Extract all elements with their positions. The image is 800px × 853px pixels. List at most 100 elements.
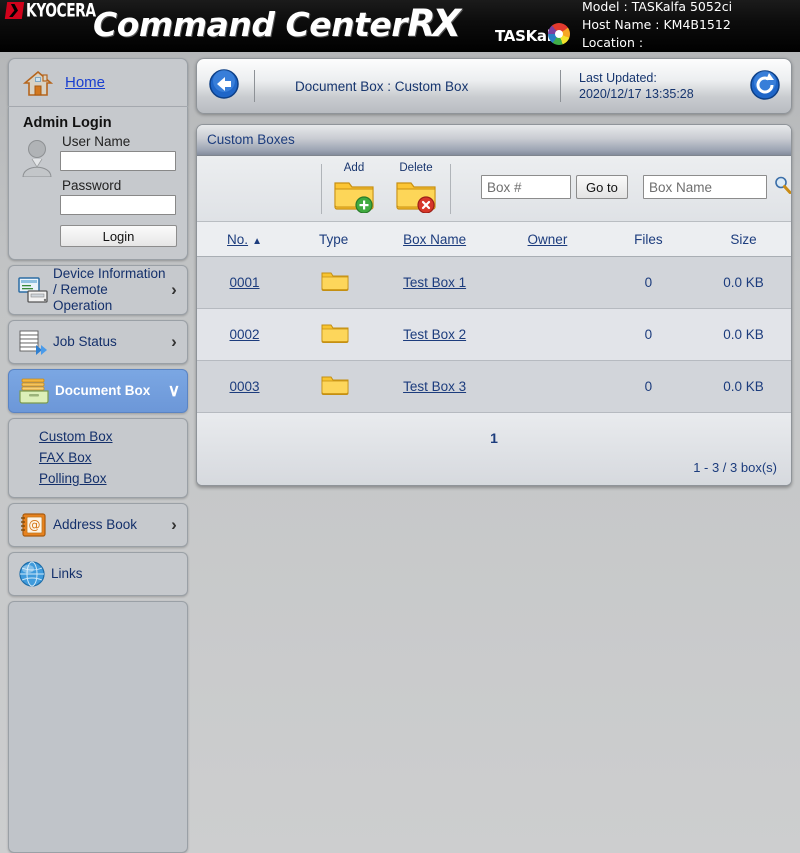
admin-login-panel: Admin Login User Name Password Login (8, 107, 188, 260)
box-number-input[interactable] (481, 175, 571, 199)
cell-files: 0 (600, 360, 696, 413)
column-header-no[interactable]: No. ▲ (197, 222, 293, 257)
sidebar-item-label: Device Information / Remote Operation (53, 266, 166, 313)
box-number-link[interactable]: 0001 (229, 275, 259, 290)
column-header-box-name[interactable]: Box Name (375, 222, 494, 257)
box-name-link[interactable]: Test Box 2 (403, 327, 466, 342)
custom-boxes-table: No. ▲ Type Box Name Owner Files Size 0001 (197, 222, 791, 413)
search-magnifier-icon[interactable] (774, 176, 791, 199)
box-number-search-group: Go to (481, 175, 628, 199)
cell-no[interactable]: 0001 (197, 256, 293, 309)
sidebar-item-job-status[interactable]: Job Status › (8, 320, 188, 364)
delete-box-button[interactable]: Delete (385, 162, 447, 218)
folder-icon (321, 270, 349, 291)
cell-files: 0 (600, 256, 696, 309)
sidebar-item-fax-box[interactable]: FAX Box (9, 447, 187, 468)
sidebar-item-label: Document Box (55, 383, 151, 398)
column-header-files: Files (600, 222, 696, 257)
kyocera-mark-icon (4, 1, 25, 19)
page-number[interactable]: 1 (197, 430, 791, 446)
folder-delete-icon (396, 182, 436, 214)
goto-button[interactable]: Go to (576, 175, 628, 199)
cell-box-name[interactable]: Test Box 3 (375, 360, 494, 413)
cell-files: 0 (600, 308, 696, 361)
cell-no[interactable]: 0002 (197, 308, 293, 361)
cell-box-name[interactable]: Test Box 2 (375, 308, 494, 361)
sidebar-item-links[interactable]: Links (8, 552, 188, 596)
kyocera-logo: KYOCERA (4, 0, 102, 21)
column-header-owner-link[interactable]: Owner (528, 232, 568, 247)
box-name-input[interactable] (643, 175, 767, 199)
cell-size: 0.0 KB (695, 256, 791, 309)
breadcrumb: Document Box : Custom Box (295, 78, 469, 94)
add-box-button[interactable]: Add (323, 162, 385, 218)
document-box-submenu: Custom Box FAX Box Polling Box (8, 418, 188, 498)
table-header-row: No. ▲ Type Box Name Owner Files Size (197, 222, 791, 257)
username-input[interactable] (60, 151, 176, 171)
sidebar-item-device-information[interactable]: Device Information / Remote Operation › (8, 265, 188, 315)
table-row[interactable]: 0001 Test Box 1 0 0.0 KB (197, 256, 791, 309)
column-header-owner[interactable]: Owner (493, 222, 601, 257)
taskalfa-pinwheel-icon (548, 23, 570, 45)
chevron-right-icon: › (171, 515, 177, 534)
column-header-size: Size (695, 222, 791, 257)
refresh-icon[interactable] (749, 69, 781, 106)
panel-title: Custom Boxes (197, 125, 791, 156)
username-label: User Name (62, 134, 131, 149)
sort-ascending-icon: ▲ (252, 235, 262, 247)
login-button[interactable]: Login (60, 225, 177, 247)
content-header-bar: Document Box : Custom Box Last Updated: … (196, 58, 792, 114)
cell-owner (493, 308, 601, 361)
column-header-box-name-link[interactable]: Box Name (403, 232, 466, 247)
hostname-label: Host Name : KM4B1512 (582, 17, 731, 32)
address-book-icon: @ (17, 511, 49, 539)
password-input[interactable] (60, 195, 176, 215)
links-icon (17, 559, 47, 589)
sidebar-item-polling-box[interactable]: Polling Box (9, 468, 187, 489)
column-header-type-label: Type (318, 231, 349, 247)
cell-no[interactable]: 0003 (197, 360, 293, 413)
toolbar: Add Delete Box # Go to Box Name (197, 156, 791, 222)
sidebar-item-label: Address Book (53, 517, 138, 532)
main-content: Document Box : Custom Box Last Updated: … (196, 58, 792, 486)
toolbar-divider-2 (450, 164, 451, 214)
svg-text:@: @ (29, 518, 41, 532)
sidebar-item-home[interactable]: Home (9, 59, 187, 106)
column-header-files-label: Files (634, 231, 663, 247)
sidebar-empty-panel (8, 601, 188, 853)
user-avatar (19, 133, 60, 247)
box-name-link[interactable]: Test Box 1 (403, 275, 466, 290)
box-number-link[interactable]: 0002 (229, 327, 259, 342)
delete-button-label: Delete (399, 162, 433, 174)
toolbar-divider-1 (321, 164, 322, 214)
table-row[interactable]: 0003 Test Box 3 0 0.0 KB (197, 360, 791, 413)
device-info-block: Model : TASKalfa 5052ci Host Name : KM4B… (582, 0, 732, 52)
back-arrow-icon[interactable] (208, 68, 240, 105)
device-icon (17, 276, 49, 304)
cell-box-name[interactable]: Test Box 1 (375, 256, 494, 309)
sidebar-item-address-book[interactable]: @ Address Book › (8, 503, 188, 547)
custom-boxes-panel: Custom Boxes Add Delete Box # Go to Box … (196, 124, 792, 486)
cell-owner (493, 256, 601, 309)
home-icon (22, 69, 54, 97)
box-number-link[interactable]: 0003 (229, 379, 259, 394)
app-header: KYOCERA Command CenterRX TASKalfa Model … (0, 0, 800, 52)
admin-login-title: Admin Login (23, 115, 112, 131)
password-label: Password (62, 178, 122, 193)
box-name-link[interactable]: Test Box 3 (403, 379, 466, 394)
cell-owner (493, 360, 601, 413)
chevron-down-icon: ∨ (167, 381, 181, 400)
record-count-text: 1 - 3 / 3 box(s) (693, 460, 777, 475)
column-header-no-link[interactable]: No. (227, 232, 248, 247)
sidebar-item-label: Job Status (53, 334, 117, 349)
table-row[interactable]: 0002 Test Box 2 0 0.0 KB (197, 308, 791, 361)
sidebar-item-document-box[interactable]: Document Box ∨ (8, 369, 188, 413)
last-updated-block: Last Updated: 2020/12/17 13:35:28 (579, 70, 694, 102)
column-header-type: Type (292, 222, 376, 257)
chevron-right-icon: › (171, 332, 177, 351)
home-link-label[interactable]: Home (65, 74, 105, 91)
sidebar-item-custom-box[interactable]: Custom Box (9, 426, 187, 447)
product-title-rx: RX (407, 2, 461, 45)
last-updated-value: 2020/12/17 13:35:28 (579, 87, 694, 101)
cell-size: 0.0 KB (695, 360, 791, 413)
